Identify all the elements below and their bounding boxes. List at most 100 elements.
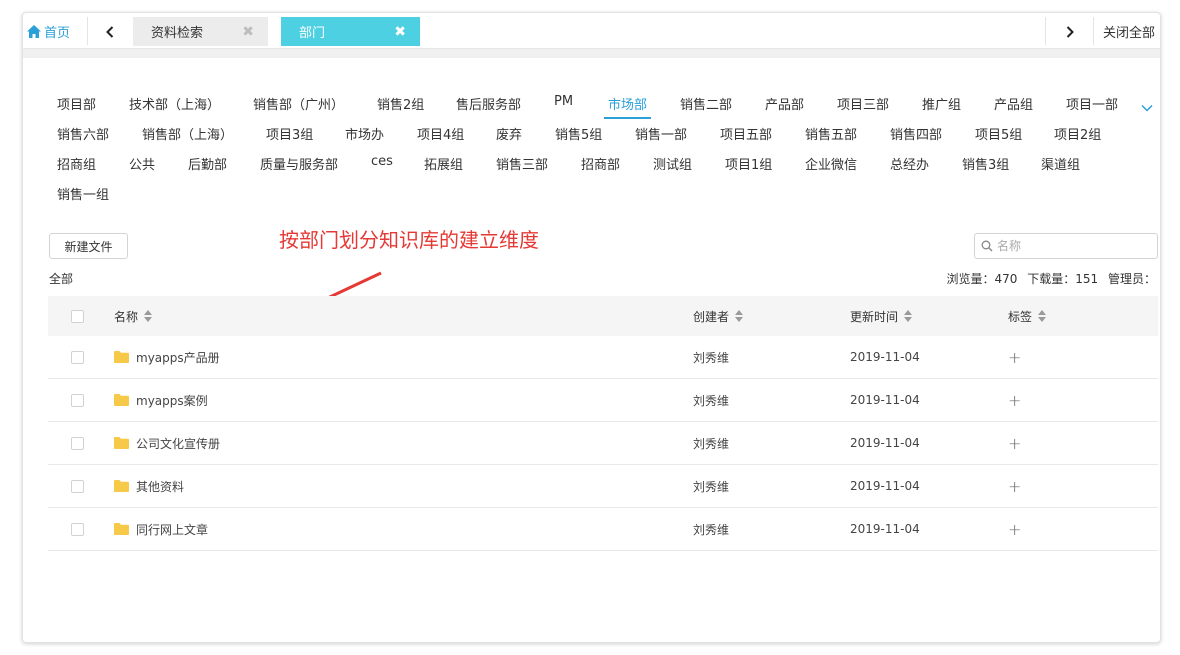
department-tag[interactable]: 项目部 [57, 94, 96, 113]
department-tag[interactable]: 项目一部 [1066, 94, 1118, 113]
department-tag[interactable]: 推广组 [922, 94, 961, 113]
column-header-updated[interactable]: 更新时间 [850, 296, 913, 336]
table-row[interactable]: 公司文化宣传册 刘秀维 2019-11-04 + [48, 422, 1158, 465]
add-tag-button[interactable]: + [1008, 336, 1021, 378]
department-row: 项目部 技术部（上海） 销售部（广州） 销售2组 售后服务部 PM 市场部 销售… [47, 91, 1157, 121]
plus-icon: + [1008, 476, 1022, 496]
add-tag-button[interactable]: + [1008, 508, 1021, 550]
file-name[interactable]: myapps产品册 [136, 349, 220, 366]
row-checkbox[interactable] [71, 522, 84, 536]
department-tag[interactable]: 拓展组 [424, 154, 463, 173]
file-name-cell[interactable]: myapps产品册 [114, 336, 220, 378]
file-name-cell[interactable]: 其他资料 [114, 465, 184, 507]
row-checkbox[interactable] [71, 436, 84, 450]
divider [87, 17, 88, 45]
row-checkbox[interactable] [71, 393, 84, 407]
department-tag[interactable]: 市场办 [345, 124, 384, 143]
sort-icon[interactable] [144, 310, 153, 322]
department-tag[interactable]: 销售3组 [962, 154, 1009, 173]
add-tag-button[interactable]: + [1008, 465, 1021, 507]
department-tag[interactable]: 招商组 [57, 154, 96, 173]
department-tag[interactable]: 技术部（上海） [129, 94, 220, 113]
file-name[interactable]: myapps案例 [136, 392, 208, 409]
plus-icon: + [1008, 519, 1022, 539]
department-tag[interactable]: 销售2组 [377, 94, 424, 113]
table-row[interactable]: 其他资料 刘秀维 2019-11-04 + [48, 465, 1158, 508]
table-row[interactable]: myapps产品册 刘秀维 2019-11-04 + [48, 336, 1158, 379]
expand-departments-button[interactable] [1141, 97, 1153, 116]
department-tag[interactable]: 企业微信 [805, 154, 857, 173]
updated-time-cell: 2019-11-04 [850, 479, 920, 493]
search-box[interactable] [974, 233, 1158, 259]
department-tag[interactable]: 项目5组 [975, 124, 1022, 143]
department-tag-active[interactable]: 市场部 [603, 94, 652, 119]
plus-icon: + [1008, 390, 1022, 410]
select-all-cell [71, 296, 84, 336]
department-tag[interactable]: 质量与服务部 [260, 154, 338, 173]
sort-icon[interactable] [1038, 310, 1047, 322]
file-name[interactable]: 公司文化宣传册 [136, 435, 220, 452]
department-tag[interactable]: 渠道组 [1041, 154, 1080, 173]
department-tag[interactable]: 公共 [129, 154, 155, 173]
department-tag[interactable]: 废弃 [496, 124, 522, 143]
column-header-tag[interactable]: 标签 [1008, 296, 1047, 336]
department-tag[interactable]: 测试组 [653, 154, 692, 173]
department-tag[interactable]: 销售四部 [890, 124, 942, 143]
tab-scroll-left-button[interactable] [99, 21, 121, 43]
row-checkbox[interactable] [71, 350, 84, 364]
department-tag[interactable]: 产品部 [765, 94, 804, 113]
search-input[interactable] [997, 239, 1147, 253]
new-file-button[interactable]: 新建文件 [49, 233, 128, 259]
sort-icon[interactable] [735, 310, 744, 322]
department-tag[interactable]: 后勤部 [188, 154, 227, 173]
file-name-cell[interactable]: 公司文化宣传册 [114, 422, 220, 464]
table-row[interactable]: 同行网上文章 刘秀维 2019-11-04 + [48, 508, 1158, 551]
department-tag[interactable]: 销售部（广州） [253, 94, 344, 113]
department-tag[interactable]: ces [371, 154, 393, 169]
department-tag[interactable]: 项目三部 [837, 94, 889, 113]
breadcrumb[interactable]: 全部 [49, 270, 73, 287]
department-tag[interactable]: 项目3组 [266, 124, 313, 143]
department-tag[interactable]: 产品组 [994, 94, 1033, 113]
close-icon[interactable]: ✖ [242, 25, 254, 39]
department-tag[interactable]: 销售一部 [635, 124, 687, 143]
tab-resource-search[interactable]: 资料检索 ✖ [133, 17, 268, 46]
table-header: 名称 创建者 更新时间 标签 [48, 296, 1158, 336]
department-tag[interactable]: PM [554, 94, 573, 109]
close-icon[interactable]: ✖ [394, 25, 406, 39]
department-tag[interactable]: 销售六部 [57, 124, 109, 143]
tab-scroll-right-button[interactable] [1059, 21, 1081, 43]
department-tag[interactable]: 项目4组 [417, 124, 464, 143]
department-tag[interactable]: 销售5组 [555, 124, 602, 143]
department-tag[interactable]: 销售二部 [680, 94, 732, 113]
department-tag[interactable]: 项目2组 [1054, 124, 1101, 143]
file-name[interactable]: 其他资料 [136, 478, 184, 495]
close-all-button[interactable]: 关闭全部 [1103, 22, 1155, 41]
department-tag[interactable]: 项目1组 [725, 154, 772, 173]
table-row[interactable]: myapps案例 刘秀维 2019-11-04 + [48, 379, 1158, 422]
file-name[interactable]: 同行网上文章 [136, 521, 208, 538]
department-tag[interactable]: 售后服务部 [456, 94, 521, 113]
department-tag[interactable]: 销售三部 [496, 154, 548, 173]
tab-department[interactable]: 部门 ✖ [281, 17, 420, 46]
department-tag[interactable]: 招商部 [581, 154, 620, 173]
creator-cell: 刘秀维 [693, 350, 730, 365]
department-tag[interactable]: 销售五部 [805, 124, 857, 143]
column-label: 创建者 [693, 309, 730, 324]
department-tag[interactable]: 销售部（上海） [142, 124, 233, 143]
creator-cell: 刘秀维 [693, 479, 730, 494]
file-name-cell[interactable]: 同行网上文章 [114, 508, 208, 550]
home-tab[interactable]: 首页 [27, 19, 70, 43]
library-stats: 浏览量：470 下载量：151 管理员： [941, 270, 1156, 287]
sort-icon[interactable] [904, 310, 913, 322]
department-tag[interactable]: 销售一组 [57, 184, 109, 203]
select-all-checkbox[interactable] [71, 309, 84, 323]
row-checkbox[interactable] [71, 479, 84, 493]
add-tag-button[interactable]: + [1008, 379, 1021, 421]
column-header-creator[interactable]: 创建者 [693, 296, 744, 336]
add-tag-button[interactable]: + [1008, 422, 1021, 464]
file-name-cell[interactable]: myapps案例 [114, 379, 208, 421]
department-tag[interactable]: 项目五部 [720, 124, 772, 143]
column-header-name[interactable]: 名称 [114, 296, 153, 336]
department-tag[interactable]: 总经办 [890, 154, 929, 173]
